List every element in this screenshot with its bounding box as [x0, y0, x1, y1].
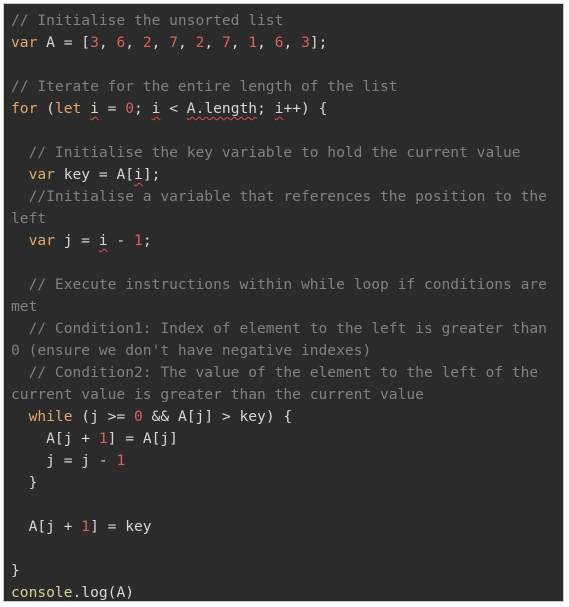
comment-token: //Initialise a variable that references …: [11, 188, 547, 205]
code-line: // Initialise the key variable to hold t…: [11, 142, 563, 164]
code-token: }: [11, 562, 20, 579]
code-token: A[j +: [11, 430, 99, 447]
comment-token: // Initialise the unsorted list: [11, 12, 284, 29]
code-token: <: [160, 100, 187, 117]
code-token: ,: [257, 34, 275, 51]
number-token: 1: [116, 452, 126, 469]
number-token: 1: [98, 430, 108, 447]
comment-token: // Initialise the key variable to hold t…: [11, 144, 521, 161]
code-line: // Condition1: Index of element to the l…: [11, 318, 563, 340]
keyword-token: var: [28, 232, 55, 249]
code-line: }: [11, 472, 563, 494]
code-line: j = j - 1: [11, 450, 563, 472]
comment-token: current value is greater than the curren…: [11, 386, 424, 403]
error-underlined-token: i: [134, 166, 143, 183]
code-token: (: [37, 100, 55, 117]
code-token: ];: [309, 34, 328, 51]
comment-token: // Iterate for the entire length of the …: [11, 78, 398, 95]
code-line: // Execute instructions within while loo…: [11, 274, 563, 296]
code-token: ++) {: [283, 100, 328, 117]
code-line: 0 (ensure we don't have negative indexes…: [11, 340, 563, 362]
number-token: 2: [142, 34, 152, 51]
code-line: //Initialise a variable that references …: [11, 186, 563, 208]
code-token: j =: [54, 232, 99, 249]
comment-token: // Execute instructions within while loo…: [11, 276, 547, 293]
function-token: console: [11, 584, 73, 601]
number-token: 7: [221, 34, 231, 51]
code-token: ;: [257, 100, 275, 117]
code-token: ;: [142, 232, 152, 249]
number-token: 3: [301, 34, 310, 51]
code-token: ,: [283, 34, 302, 51]
code-line: // Iterate for the entire length of the …: [11, 76, 563, 98]
code-editor[interactable]: // Initialise the unsorted list var A = […: [3, 3, 564, 602]
code-token: A[j +: [11, 518, 82, 535]
keyword-token: var: [28, 166, 55, 183]
number-token: 6: [274, 34, 284, 51]
code-token: key = A[: [54, 166, 135, 183]
error-underlined-token: i: [90, 100, 99, 117]
number-token: 1: [248, 34, 258, 51]
code-token: A = [: [37, 34, 91, 51]
code-line: A[j + 1] = A[j]: [11, 428, 563, 450]
code-line: // Initialise the unsorted list: [11, 10, 563, 32]
code-line: var key = A[i];: [11, 164, 563, 186]
keyword-token: let: [54, 100, 82, 117]
comment-token: met: [11, 298, 38, 315]
comment-token: left: [11, 210, 47, 227]
error-underlined-token: A.length: [186, 100, 258, 117]
code-token: =: [98, 100, 126, 117]
code-line: // Condition2: The value of the element …: [11, 362, 563, 384]
code-line: var A = [3, 6, 2, 7, 2, 7, 1, 6, 3];: [11, 32, 563, 54]
keyword-token: var: [11, 34, 38, 51]
number-token: 1: [81, 518, 91, 535]
code-token: }: [11, 474, 38, 491]
code-token: ,: [151, 34, 170, 51]
code-line: while (j >= 0 && A[j] > key) {: [11, 406, 563, 428]
code-line: A[j + 1] = key: [11, 516, 563, 538]
code-line: }: [11, 560, 563, 582]
comment-token: 0 (ensure we don't have negative indexes…: [11, 342, 372, 359]
code-token: ;: [134, 100, 152, 117]
code-token: ] = key: [90, 518, 152, 535]
code-token: -: [107, 232, 135, 249]
number-token: 3: [90, 34, 99, 51]
code-line: for (let i = 0; i < A.length; i++) {: [11, 98, 563, 120]
number-token: 6: [116, 34, 126, 51]
code-line: var j = i - 1;: [11, 230, 563, 252]
keyword-token: for: [11, 100, 38, 117]
code-token: ];: [142, 166, 161, 183]
number-token: 0: [134, 408, 143, 425]
code-token: ,: [230, 34, 249, 51]
code-token: ,: [178, 34, 196, 51]
code-line: left: [11, 208, 563, 230]
number-token: 0: [125, 100, 135, 117]
error-underlined-token: i: [98, 232, 108, 249]
keyword-token: while: [28, 408, 73, 425]
number-token: 7: [169, 34, 178, 51]
code-line: current value is greater than the curren…: [11, 384, 563, 406]
code-token: (j >=: [72, 408, 135, 425]
code-token: ,: [98, 34, 117, 51]
code-token: j = j -: [11, 452, 117, 469]
comment-token: // Condition2: The value of the element …: [11, 364, 539, 381]
comment-token: // Condition1: Index of element to the l…: [11, 320, 547, 337]
code-token: .log(A): [72, 584, 135, 601]
number-token: 1: [134, 232, 143, 249]
code-line: console.log(A): [11, 582, 563, 604]
code-line: met: [11, 296, 563, 318]
code-token: ,: [125, 34, 143, 51]
code-token: ,: [204, 34, 222, 51]
code-token: ] = A[j]: [107, 430, 178, 447]
code-token: && A[j] > key) {: [142, 408, 293, 425]
